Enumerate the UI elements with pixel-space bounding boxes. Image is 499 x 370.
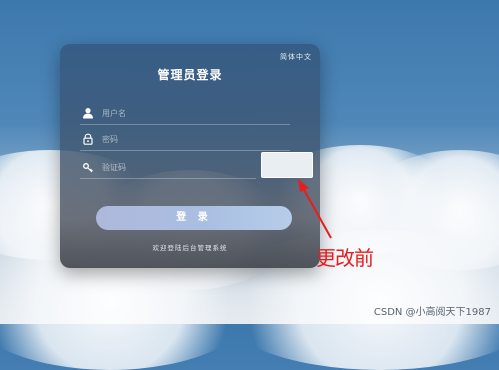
- annotation-arrow: [298, 179, 332, 239]
- annotation-label: 更改前: [316, 246, 374, 270]
- watermark: CSDN @小高阅天下1987: [373, 307, 491, 318]
